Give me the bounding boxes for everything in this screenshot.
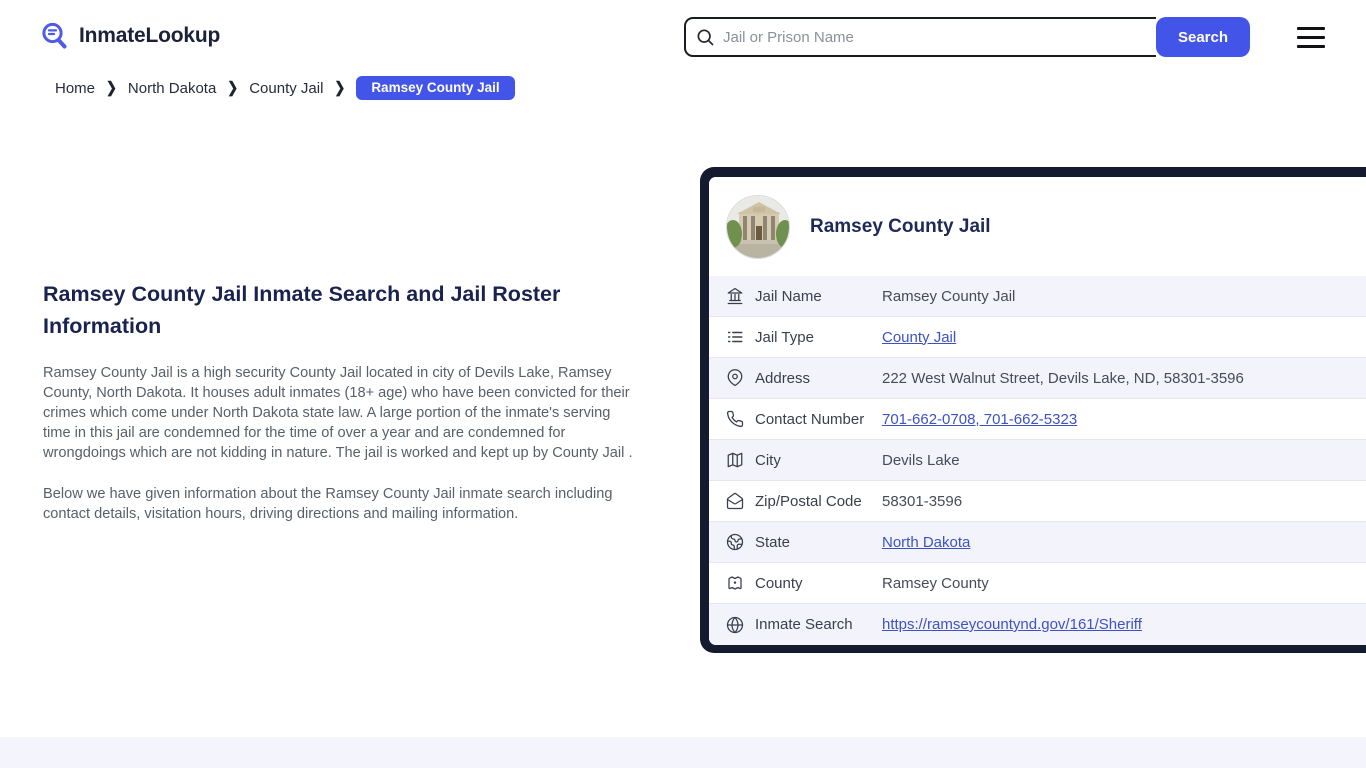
jail-type-link[interactable]: County Jail [882, 329, 956, 346]
row-value: Ramsey County Jail [882, 287, 1016, 305]
row-label: Jail Name [755, 287, 822, 305]
chevron-right-icon: ❯ [334, 78, 346, 97]
inmate-search-link[interactable]: https://ramseycountynd.gov/161/Sheriff [882, 616, 1142, 633]
intro-paragraph: Ramsey County Jail is a high security Co… [43, 365, 633, 461]
row-label: Inmate Search [755, 616, 853, 633]
row-label: State [755, 533, 791, 551]
breadcrumb-current-badge[interactable]: Ramsey County Jail [356, 76, 515, 100]
brand-name: InmateLookup [79, 24, 221, 47]
map-icon [726, 451, 744, 469]
breadcrumb-jail-type[interactable]: County Jail [249, 80, 323, 97]
row-label: Contact Number [755, 410, 865, 428]
bank-icon [726, 287, 744, 305]
table-row-address: Address 222 West Walnut Street, Devils L… [709, 358, 1366, 399]
contact-number-link[interactable]: 701-662-0708, 701-662-5323 [882, 411, 1077, 428]
mail-open-icon [726, 492, 744, 510]
magnifier-lines-icon [42, 22, 67, 49]
breadcrumb-home[interactable]: Home [55, 80, 95, 97]
row-label: City [755, 451, 781, 469]
row-label: Address [755, 369, 811, 387]
breadcrumb-state[interactable]: North Dakota [128, 80, 216, 97]
map-pin-icon [726, 369, 744, 387]
search-icon [697, 29, 714, 46]
county-map-icon [726, 574, 744, 592]
chevron-right-icon: ❯ [106, 78, 117, 97]
page-title: Ramsey County Jail Inmate Search and Jai… [43, 282, 561, 338]
jail-card-header: Ramsey County Jail [709, 177, 1366, 276]
phone-icon [726, 410, 744, 428]
menu-icon[interactable] [1297, 27, 1325, 48]
table-row-zip: Zip/Postal Code 58301-3596 [709, 481, 1366, 522]
jail-card-title: Ramsey County Jail [810, 215, 991, 237]
row-value: Devils Lake [882, 451, 960, 469]
table-row-inmate-search: Inmate Search https://ramseycountynd.gov… [709, 604, 1366, 645]
article: Ramsey County Jail Inmate Search and Jai… [43, 278, 635, 524]
globe-icon [726, 616, 744, 634]
search-input[interactable] [715, 19, 1156, 55]
state-link[interactable]: North Dakota [882, 534, 970, 551]
row-value: Ramsey County [882, 574, 989, 592]
chevron-right-icon: ❯ [227, 78, 239, 97]
row-value: 222 West Walnut Street, Devils Lake, ND,… [882, 369, 1244, 387]
row-label: Jail Type [755, 328, 814, 346]
table-row-city: City Devils Lake [709, 440, 1366, 481]
table-row-contact-number: Contact Number 701-662-0708, 701-662-532… [709, 399, 1366, 440]
page: InmateLookup Search Home ❯ North Dakota … [0, 0, 1366, 768]
row-label: Zip/Postal Code [755, 492, 862, 510]
earth-icon [726, 533, 744, 551]
info-paragraph: Below we have given information about th… [43, 486, 613, 522]
breadcrumb: Home ❯ North Dakota ❯ County Jail ❯ Rams… [55, 76, 515, 100]
search-bar: Search [684, 17, 1250, 57]
footer-strip [0, 737, 1366, 768]
brand-logo[interactable]: InmateLookup [40, 21, 220, 51]
jail-photo [726, 194, 790, 259]
table-row-state: State North Dakota [709, 522, 1366, 563]
table-row-county: County Ramsey County [709, 563, 1366, 604]
table-row-jail-type: Jail Type County Jail [709, 317, 1366, 358]
search-field-container [684, 17, 1156, 57]
search-button[interactable]: Search [1156, 17, 1250, 57]
table-row-jail-name: Jail Name Ramsey County Jail [709, 276, 1366, 317]
list-icon [726, 328, 744, 346]
jail-info-card: Ramsey County Jail Jail Name Ramsey Coun… [700, 167, 1366, 653]
row-value: 58301-3596 [882, 492, 963, 510]
row-label: County [755, 574, 803, 592]
